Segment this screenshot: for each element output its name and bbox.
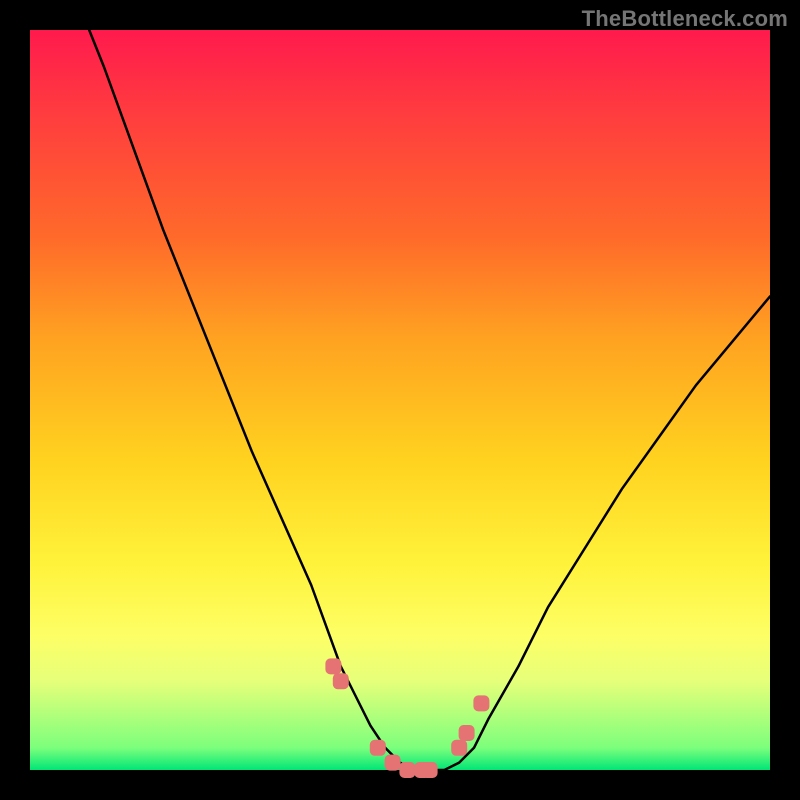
chart-frame: TheBottleneck.com bbox=[0, 0, 800, 800]
optimal-marker bbox=[333, 673, 349, 689]
optimal-marker bbox=[473, 695, 489, 711]
bottleneck-curve bbox=[89, 30, 770, 770]
optimal-marker bbox=[422, 762, 438, 778]
curve-path bbox=[89, 30, 770, 770]
optimal-marker bbox=[370, 740, 386, 756]
optimal-marker bbox=[451, 740, 467, 756]
optimal-markers bbox=[325, 658, 489, 778]
chart-overlay bbox=[30, 30, 770, 770]
optimal-marker bbox=[325, 658, 341, 674]
watermark-text: TheBottleneck.com bbox=[582, 6, 788, 32]
optimal-marker bbox=[399, 762, 415, 778]
optimal-marker bbox=[459, 725, 475, 741]
optimal-marker bbox=[385, 755, 401, 771]
